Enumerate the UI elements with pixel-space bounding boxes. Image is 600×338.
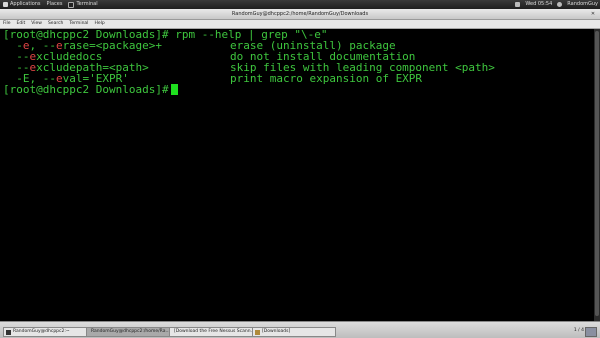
menu-bar: File Edit View Search Terminal Help bbox=[0, 20, 600, 29]
bottom-taskbar: RandomGuy@dhcppc2:~ RandomGuy@dhcppc2:/h… bbox=[0, 321, 600, 338]
task-button-terminal-2[interactable]: RandomGuy@dhcppc2:/home/Ra... bbox=[86, 327, 170, 337]
workspace-pager-label: 1 / 4 bbox=[573, 328, 584, 333]
terminal-icon bbox=[6, 329, 11, 335]
menu-view[interactable]: View bbox=[31, 20, 42, 28]
menu-edit[interactable]: Edit bbox=[17, 20, 26, 28]
workspace-switcher[interactable] bbox=[585, 327, 597, 337]
user-icon bbox=[557, 2, 563, 7]
task-label: [Download the Free Nessus Scann... bbox=[174, 329, 253, 334]
gnome-foot-icon bbox=[3, 2, 8, 7]
menu-terminal[interactable]: Terminal bbox=[69, 20, 88, 28]
applications-menu[interactable]: Applications bbox=[0, 0, 44, 9]
user-menu[interactable]: RandomGuy bbox=[567, 0, 598, 9]
task-label: RandomGuy@dhcppc2:/home/Ra... bbox=[91, 329, 170, 334]
task-button-downloads[interactable]: [Downloads] bbox=[252, 327, 336, 337]
terminal-scrollbar[interactable] bbox=[594, 29, 600, 321]
clock[interactable]: Wed 05:54 bbox=[525, 0, 552, 9]
close-icon[interactable]: ✕ bbox=[590, 11, 596, 17]
terminal-icon bbox=[68, 1, 75, 8]
menu-search[interactable]: Search bbox=[48, 20, 63, 28]
window-titlebar[interactable]: RandomGuy@dhcppc2:/home/RandomGuy/Downlo… bbox=[0, 9, 600, 20]
task-label: RandomGuy@dhcppc2:~ bbox=[13, 329, 70, 334]
menu-help[interactable]: Help bbox=[94, 20, 104, 28]
top-panel: Applications Places Terminal Wed 05:54 R… bbox=[0, 0, 600, 9]
terminal-output[interactable]: [root@dhcppc2 Downloads]# rpm --help | g… bbox=[0, 29, 594, 321]
terminal-launcher-label: Terminal bbox=[76, 1, 98, 7]
prompt-line: [root@dhcppc2 Downloads]# bbox=[3, 84, 178, 95]
places-label: Places bbox=[46, 1, 63, 7]
option-description: print macro expansion of EXPR bbox=[230, 72, 423, 85]
applications-label: Applications bbox=[10, 1, 41, 7]
menu-file[interactable]: File bbox=[3, 20, 11, 28]
task-button-browser[interactable]: [Download the Free Nessus Scann... bbox=[169, 327, 253, 337]
terminal-launcher[interactable]: Terminal bbox=[65, 0, 100, 9]
scrollbar-thumb[interactable] bbox=[595, 31, 599, 316]
folder-icon bbox=[255, 329, 260, 335]
task-button-terminal-1[interactable]: RandomGuy@dhcppc2:~ bbox=[3, 327, 87, 337]
terminal-cursor bbox=[170, 84, 178, 95]
prompt: [root@dhcppc2 Downloads]# bbox=[3, 83, 169, 96]
places-menu[interactable]: Places bbox=[44, 0, 66, 9]
window-title: RandomGuy@dhcppc2:/home/RandomGuy/Downlo… bbox=[231, 11, 369, 17]
task-label: [Downloads] bbox=[262, 329, 291, 334]
volume-icon[interactable] bbox=[515, 2, 521, 7]
